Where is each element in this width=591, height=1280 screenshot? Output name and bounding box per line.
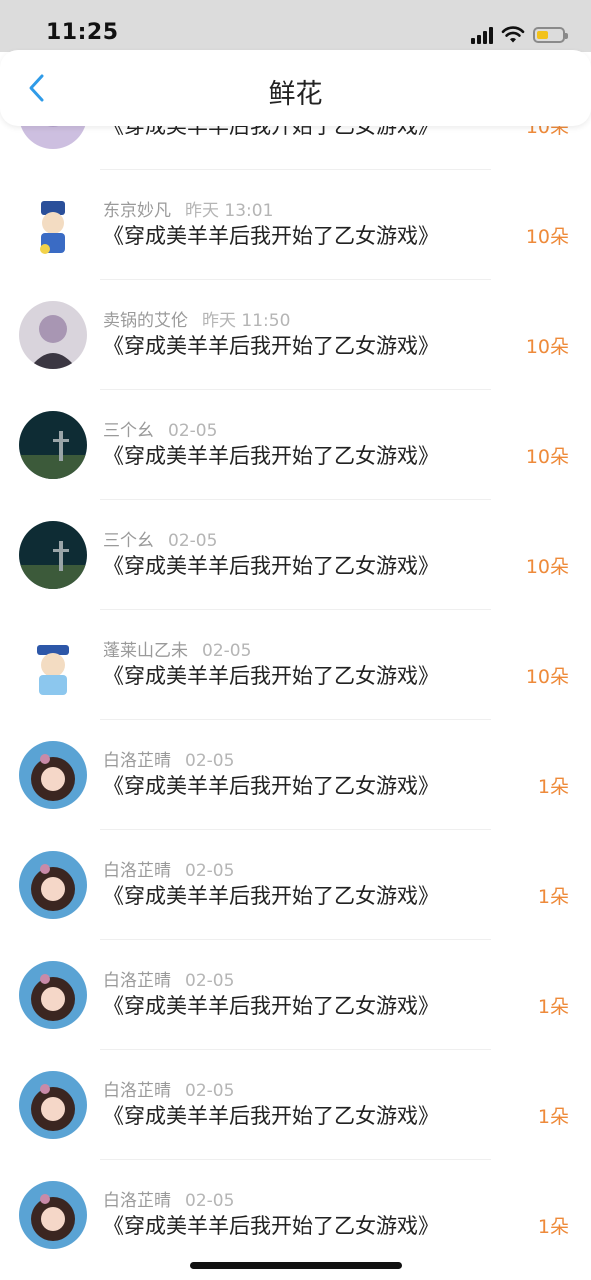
flower-count: 10朵 xyxy=(525,446,569,468)
status-icons xyxy=(471,22,568,48)
book-title[interactable]: 《穿成美羊羊后我开始了乙女游戏》 xyxy=(103,660,439,690)
flower-count: 10朵 xyxy=(525,226,569,248)
avatar[interactable] xyxy=(19,961,87,1029)
flower-count: 1朵 xyxy=(537,886,569,908)
page-title: 鲜花 xyxy=(268,79,323,110)
flower-count: 1朵 xyxy=(537,1106,569,1128)
avatar[interactable] xyxy=(19,521,87,589)
user-name[interactable]: 白洛芷晴 xyxy=(103,751,171,771)
avatar[interactable] xyxy=(19,741,87,809)
list-item[interactable]: 白洛芷晴 02-05 《穿成美羊羊后我开始了乙女游戏》 1朵 xyxy=(0,1050,591,1160)
post-time: 02-05 xyxy=(168,531,218,551)
avatar[interactable] xyxy=(19,1181,87,1249)
status-time: 11:25 xyxy=(46,20,119,45)
user-name[interactable]: 白洛芷晴 xyxy=(103,1191,171,1211)
list-item[interactable]: 白洛芷晴 02-05 《穿成美羊羊后我开始了乙女游戏》 1朵 xyxy=(0,1160,591,1270)
cellular-signal-icon xyxy=(471,26,493,44)
post-time: 02-05 xyxy=(168,421,218,441)
user-name[interactable]: 三个幺 xyxy=(103,531,154,551)
flower-count: 1朵 xyxy=(537,1216,569,1238)
flower-list: 《穿成美羊羊后我开始了乙女游戏》 10朵 东京妙凡 昨天 13:01 《穿成美羊羊… xyxy=(0,60,591,1270)
flower-count: 1朵 xyxy=(537,776,569,798)
wifi-icon xyxy=(501,26,525,44)
battery-icon xyxy=(533,27,568,43)
list-item[interactable]: 白洛芷晴 02-05 《穿成美羊羊后我开始了乙女游戏》 1朵 xyxy=(0,720,591,830)
user-name[interactable]: 东京妙凡 xyxy=(103,201,171,221)
post-time: 02-05 xyxy=(185,971,235,991)
book-title[interactable]: 《穿成美羊羊后我开始了乙女游戏》 xyxy=(103,220,439,250)
book-title[interactable]: 《穿成美羊羊后我开始了乙女游戏》 xyxy=(103,1100,439,1130)
flower-count: 10朵 xyxy=(525,666,569,688)
avatar[interactable] xyxy=(19,631,87,699)
flower-count: 10朵 xyxy=(525,336,569,358)
user-name[interactable]: 三个幺 xyxy=(103,421,154,441)
nav-bar: 鲜花 xyxy=(0,50,591,126)
list-item[interactable]: 三个幺 02-05 《穿成美羊羊后我开始了乙女游戏》 10朵 xyxy=(0,500,591,610)
user-name[interactable]: 白洛芷晴 xyxy=(103,971,171,991)
book-title[interactable]: 《穿成美羊羊后我开始了乙女游戏》 xyxy=(103,330,439,360)
avatar[interactable] xyxy=(19,1071,87,1139)
post-time: 昨天 13:01 xyxy=(185,201,274,221)
book-title[interactable]: 《穿成美羊羊后我开始了乙女游戏》 xyxy=(103,550,439,580)
status-bar: 11:25 xyxy=(0,0,591,52)
post-time: 02-05 xyxy=(202,641,252,661)
book-title[interactable]: 《穿成美羊羊后我开始了乙女游戏》 xyxy=(103,440,439,470)
user-name[interactable]: 白洛芷晴 xyxy=(103,861,171,881)
user-name[interactable]: 卖锅的艾伦 xyxy=(103,311,188,331)
book-title[interactable]: 《穿成美羊羊后我开始了乙女游戏》 xyxy=(103,880,439,910)
post-time: 昨天 11:50 xyxy=(202,311,291,331)
flower-count: 1朵 xyxy=(537,996,569,1018)
list-item[interactable]: 蓬莱山乙未 02-05 《穿成美羊羊后我开始了乙女游戏》 10朵 xyxy=(0,610,591,720)
avatar[interactable] xyxy=(19,411,87,479)
avatar[interactable] xyxy=(19,851,87,919)
book-title[interactable]: 《穿成美羊羊后我开始了乙女游戏》 xyxy=(103,770,439,800)
post-time: 02-05 xyxy=(185,751,235,771)
flower-count: 10朵 xyxy=(525,556,569,578)
book-title[interactable]: 《穿成美羊羊后我开始了乙女游戏》 xyxy=(103,990,439,1020)
list-item[interactable]: 卖锅的艾伦 昨天 11:50 《穿成美羊羊后我开始了乙女游戏》 10朵 xyxy=(0,280,591,390)
user-name[interactable]: 蓬莱山乙未 xyxy=(103,641,188,661)
avatar[interactable] xyxy=(19,191,87,259)
avatar[interactable] xyxy=(19,301,87,369)
post-time: 02-05 xyxy=(185,1191,235,1211)
home-indicator[interactable] xyxy=(190,1262,402,1269)
book-title[interactable]: 《穿成美羊羊后我开始了乙女游戏》 xyxy=(103,1210,439,1240)
list-item[interactable]: 三个幺 02-05 《穿成美羊羊后我开始了乙女游戏》 10朵 xyxy=(0,390,591,500)
post-time: 02-05 xyxy=(185,861,235,881)
list-item[interactable]: 白洛芷晴 02-05 《穿成美羊羊后我开始了乙女游戏》 1朵 xyxy=(0,940,591,1050)
post-time: 02-05 xyxy=(185,1081,235,1101)
list-item[interactable]: 白洛芷晴 02-05 《穿成美羊羊后我开始了乙女游戏》 1朵 xyxy=(0,830,591,940)
user-name[interactable]: 白洛芷晴 xyxy=(103,1081,171,1101)
list-item[interactable]: 东京妙凡 昨天 13:01 《穿成美羊羊后我开始了乙女游戏》 10朵 xyxy=(0,170,591,280)
